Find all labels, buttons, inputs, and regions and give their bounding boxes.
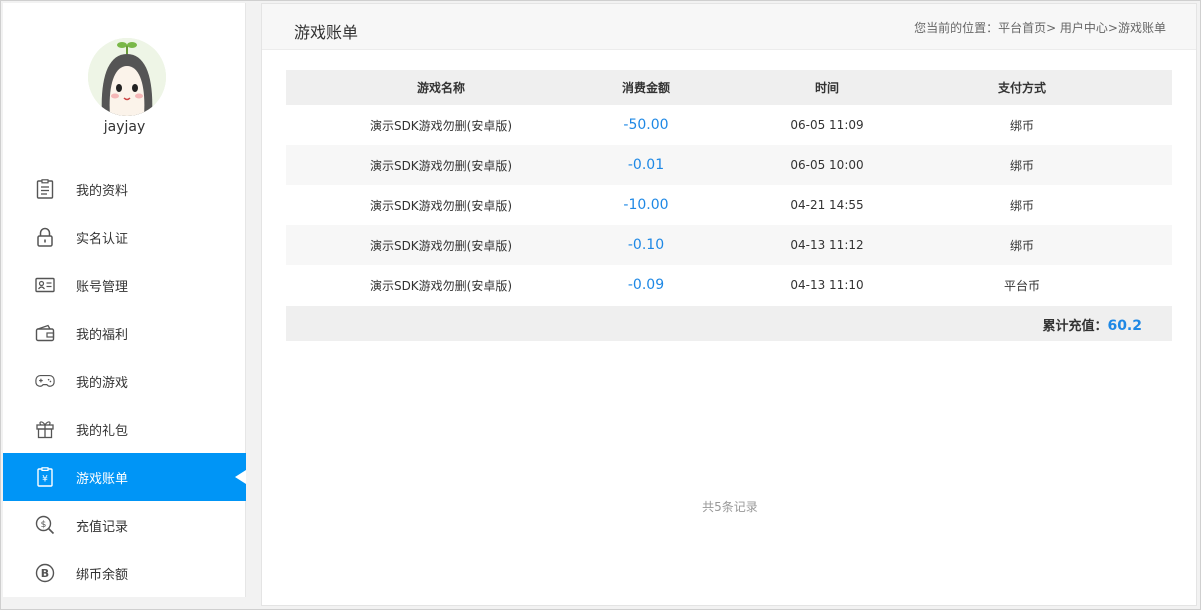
cell-game-name: 演示SDK游戏勿删(安卓版) [369, 278, 513, 293]
main-header: 游戏账单 您当前的位置：平台首页> 用户中心>游戏账单 [262, 4, 1196, 50]
total-recharge: 累计充值：60.2 [1042, 315, 1142, 334]
cell-payment: 平台币 [1003, 278, 1040, 293]
cell-spacer [1086, 145, 1172, 185]
table-header-row: 游戏名称 消费金额 时间 支付方式 [286, 70, 1172, 105]
cell-time: 04-13 11:10 [790, 278, 864, 292]
sidebar-item-games[interactable]: 我的游戏 [3, 357, 246, 405]
bill-table: 游戏名称 消费金额 时间 支付方式 演示SDK游戏勿删(安卓版) -50.00 … [286, 70, 1172, 305]
breadcrumb: 您当前的位置：平台首页> 用户中心>游戏账单 [914, 21, 1166, 35]
bill-icon: ¥ [35, 467, 55, 487]
sidebar-item-label: 游戏账单 [76, 471, 129, 487]
username: jayjay [103, 119, 146, 135]
profile-icon [35, 179, 55, 199]
svg-text:B: B [41, 567, 49, 580]
column-header-amount: 消费金额 [596, 70, 696, 105]
coin-search-icon: $ [35, 515, 55, 535]
sidebar-item-account[interactable]: 账号管理 [3, 261, 246, 309]
sidebar-nav: 我的资料 实名认证 账号管理 我的福利 我的游戏 我的礼包 ¥ 游戏账单 $ 充… [3, 165, 246, 597]
cell-game-name: 演示SDK游戏勿删(安卓版) [286, 145, 596, 185]
sidebar-item-label: 我的游戏 [76, 375, 129, 391]
cell-game-name: 演示SDK游戏勿删(安卓版) [369, 198, 513, 213]
cell-payment: 绑币 [1009, 118, 1034, 133]
cell-payment: 绑币 [958, 225, 1086, 265]
cell-payment: 绑币 [958, 145, 1086, 185]
cell-spacer [1086, 225, 1172, 265]
sidebar-item-label: 我的礼包 [76, 423, 129, 439]
table-row: 演示SDK游戏勿删(安卓版) -0.10 04-13 11:12 绑币 [286, 225, 1172, 265]
sidebar: jayjay 我的资料 实名认证 账号管理 我的福利 我的游戏 我的礼包 ¥ 游… [3, 3, 246, 597]
cell-amount: -50.00 [623, 117, 669, 133]
cell-spacer [1086, 265, 1172, 305]
sidebar-item-game-bill[interactable]: ¥ 游戏账单 [3, 453, 246, 501]
sidebar-item-bound-balance[interactable]: B 绑币余额 [3, 549, 246, 597]
sidebar-item-label: 账号管理 [76, 279, 129, 295]
cell-game-name: 演示SDK游戏勿删(安卓版) [286, 225, 596, 265]
svg-text:¥: ¥ [42, 475, 48, 485]
cell-amount: -0.01 [596, 145, 696, 185]
cell-time: 04-21 14:55 [790, 198, 864, 212]
gift-icon [35, 419, 55, 439]
table-row: 演示SDK游戏勿删(安卓版) -50.00 06-05 11:09 绑币 [286, 105, 1172, 145]
column-header-time: 时间 [696, 70, 958, 105]
table-row: 演示SDK游戏勿删(安卓版) -0.01 06-05 10:00 绑币 [286, 145, 1172, 185]
sidebar-item-gifts[interactable]: 我的礼包 [3, 405, 246, 453]
cell-amount: -0.10 [596, 225, 696, 265]
bitcoin-icon: B [35, 563, 55, 583]
column-header-game-name: 游戏名称 [286, 70, 596, 105]
id-card-icon [35, 275, 55, 295]
lock-icon [35, 227, 55, 247]
page-title: 游戏账单 [294, 23, 359, 42]
cell-spacer [1086, 105, 1172, 145]
cell-amount: -0.09 [627, 277, 665, 293]
gamepad-icon [35, 371, 55, 391]
column-header-spacer [1086, 70, 1172, 105]
cell-time: 06-05 11:09 [790, 118, 864, 132]
total-value: 60.2 [1107, 318, 1142, 334]
cell-game-name: 演示SDK游戏勿删(安卓版) [369, 118, 513, 133]
sidebar-item-recharge[interactable]: $ 充值记录 [3, 501, 246, 549]
cell-time: 04-13 11:12 [696, 225, 958, 265]
table-row: 演示SDK游戏勿删(安卓版) -0.09 04-13 11:10 平台币 [286, 265, 1172, 305]
sidebar-item-label: 绑币余额 [76, 567, 129, 583]
sidebar-item-label: 实名认证 [76, 231, 129, 247]
sidebar-item-realname[interactable]: 实名认证 [3, 213, 246, 261]
cell-payment: 绑币 [1009, 198, 1034, 213]
main-panel: 游戏账单 您当前的位置：平台首页> 用户中心>游戏账单 游戏名称 消费金额 时间… [261, 3, 1197, 606]
sidebar-item-label: 我的福利 [76, 327, 129, 343]
total-label: 累计充值： [1042, 319, 1108, 334]
record-count: 共5条记录 [702, 500, 758, 514]
sidebar-item-label: 我的资料 [76, 183, 129, 199]
wallet-icon [35, 323, 55, 343]
table-row: 演示SDK游戏勿删(安卓版) -10.00 04-21 14:55 绑币 [286, 185, 1172, 225]
window-frame: jayjay 我的资料 实名认证 账号管理 我的福利 我的游戏 我的礼包 ¥ 游… [0, 0, 1201, 610]
total-bar: 累计充值：60.2 [286, 306, 1172, 341]
sidebar-item-profile[interactable]: 我的资料 [3, 165, 246, 213]
avatar[interactable] [88, 38, 166, 116]
sidebar-item-label: 充值记录 [76, 519, 129, 535]
column-header-payment: 支付方式 [958, 70, 1086, 105]
sidebar-item-welfare[interactable]: 我的福利 [3, 309, 246, 357]
cell-spacer [1086, 185, 1172, 225]
cell-time: 06-05 10:00 [696, 145, 958, 185]
cell-amount: -10.00 [623, 197, 669, 213]
svg-text:$: $ [41, 520, 47, 530]
